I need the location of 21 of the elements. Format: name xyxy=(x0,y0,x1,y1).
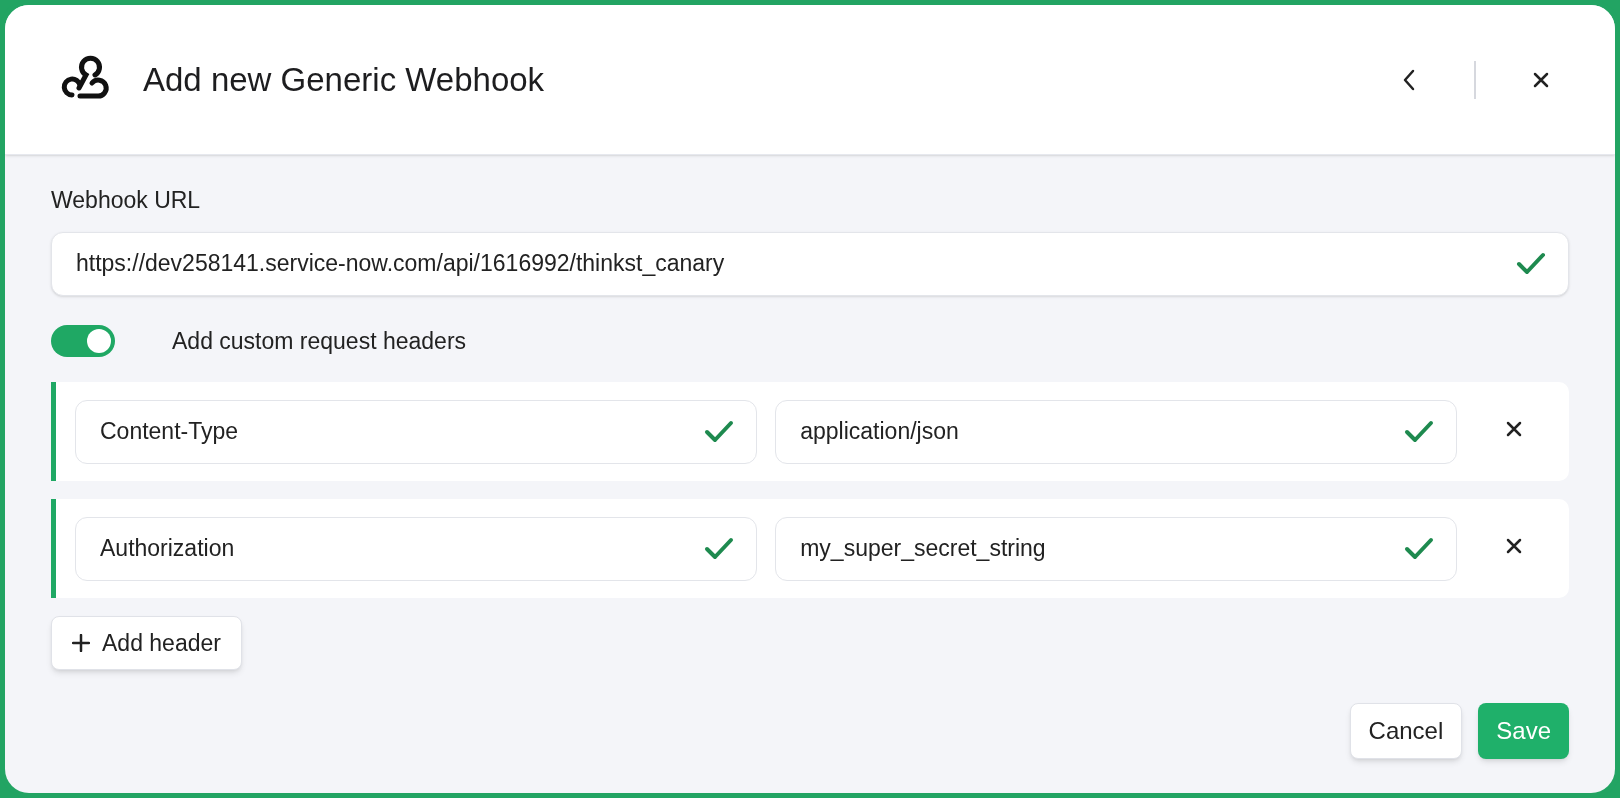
dialog-title: Add new Generic Webhook xyxy=(143,59,545,100)
close-icon xyxy=(1506,420,1523,437)
toggle-switch[interactable] xyxy=(51,324,115,357)
plus-icon xyxy=(72,634,90,652)
header-value-field[interactable]: my_super_secret_string xyxy=(775,516,1458,581)
checkmark-icon xyxy=(704,536,735,561)
close-icon xyxy=(1532,70,1550,89)
webhook-url-field[interactable]: https://dev258141.service-now.com/api/1616992/thinkst_canary xyxy=(51,231,1569,296)
close-icon xyxy=(1506,537,1523,554)
header-value-field[interactable]: application/json xyxy=(775,399,1458,464)
checkmark-icon xyxy=(704,419,735,444)
toggle-label: Add custom request headers xyxy=(172,326,467,356)
checkmark-icon xyxy=(1516,251,1546,276)
chevron-left-icon xyxy=(1402,68,1416,91)
checkmark-icon xyxy=(1404,419,1435,444)
checkmark-icon xyxy=(1404,536,1435,561)
cancel-button[interactable]: Cancel xyxy=(1349,703,1463,759)
header-name-field[interactable]: Authorization xyxy=(75,516,758,581)
header-name-field[interactable]: Content-Type xyxy=(75,399,758,464)
field-label: Webhook URL xyxy=(51,186,202,215)
add-header-button[interactable]: Add header xyxy=(51,616,242,670)
